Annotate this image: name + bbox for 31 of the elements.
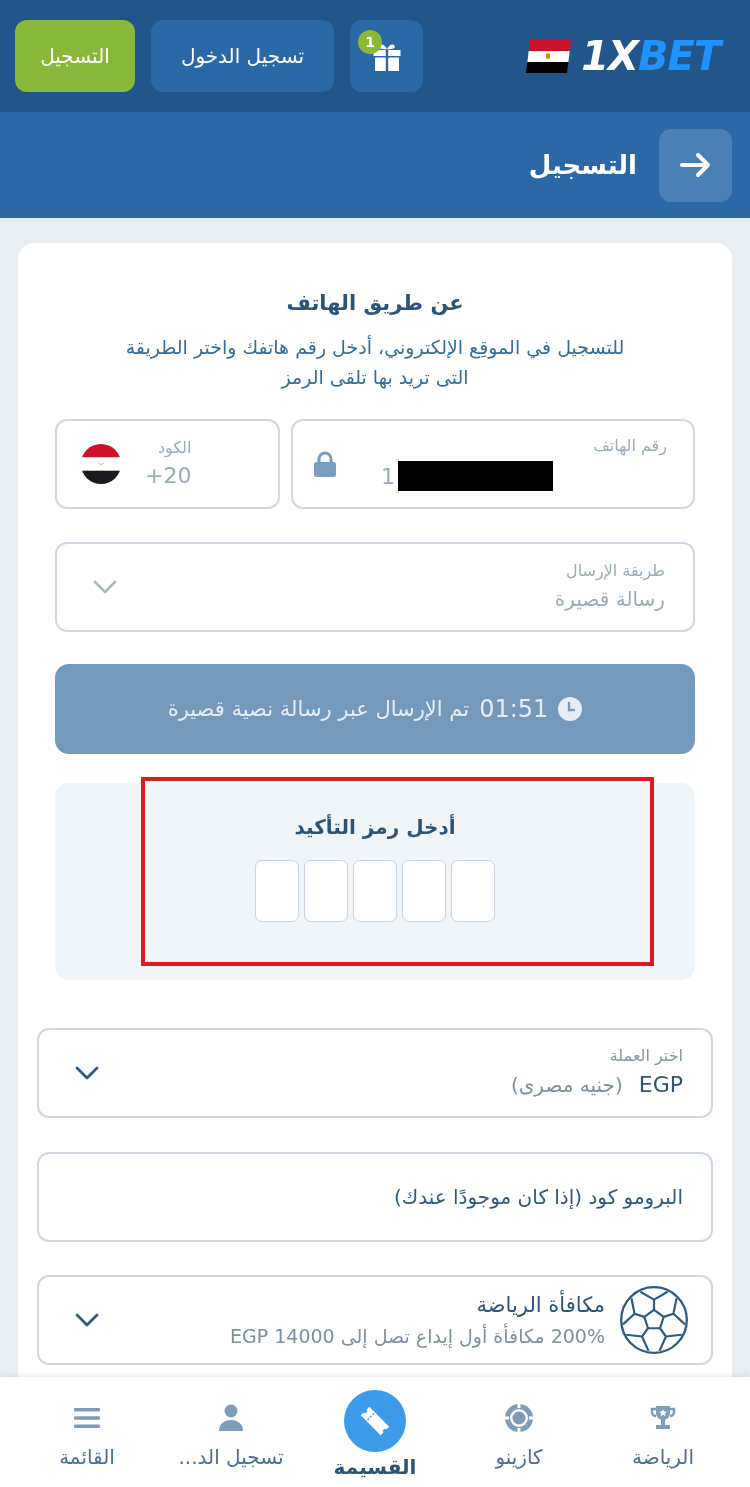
flag-icon	[526, 39, 572, 73]
back-button[interactable]	[659, 128, 732, 202]
bottom-nav-tab[interactable]: تسجيل الد...	[159, 1377, 303, 1487]
code-digit-field[interactable]	[402, 860, 446, 922]
chevron-down-icon	[75, 1313, 99, 1327]
soccer-ball-icon	[619, 1285, 689, 1355]
countdown-timer: 01:51	[479, 695, 549, 723]
code-digit-field[interactable]	[353, 860, 397, 922]
promo-code-field[interactable]: البرومو كود (إذا كان موجودًا عندك)	[37, 1152, 713, 1242]
page-title: التسجيل	[528, 150, 637, 180]
bonus-select[interactable]: مكافأة الرياضة 200% مكافأة أول إيداع تصل إلى EGP 14000	[37, 1275, 713, 1365]
chip-icon	[503, 1402, 535, 1434]
form-description: للتسجيل في الموقِع الإلكتروني، أدخل رقم هاتفك واختر الطريقة التى تريد بها تلقى الرمز	[124, 334, 626, 391]
notification-badge: 1	[358, 30, 382, 54]
bottom-nav-tab[interactable]: كازينو	[447, 1377, 591, 1487]
ticket-icon	[344, 1390, 406, 1452]
bottom-nav-tab[interactable]: القائمة	[15, 1377, 159, 1487]
form-heading: عن طريق الهاتف	[285, 290, 465, 317]
code-digit-field[interactable]	[255, 860, 299, 922]
confirmation-code-title: أدخل رمز التأكيد	[294, 813, 456, 841]
arrow-right-icon	[679, 152, 712, 178]
login-button[interactable]: تسجيل الدخول	[151, 20, 334, 92]
clock-icon	[558, 697, 583, 721]
bottom-nav-tab[interactable]: الرياضة	[591, 1377, 735, 1487]
sms-sent-message: تم الإرسال عبر رسالة نصية قصيرة	[167, 697, 470, 721]
chevron-down-icon	[93, 580, 117, 594]
code-digit-field[interactable]	[451, 860, 495, 922]
code-digit-field[interactable]	[304, 860, 348, 922]
flag-icon	[81, 444, 121, 484]
chevron-down-icon	[75, 1066, 99, 1080]
bottom-nav-tab[interactable]: القسيمة	[303, 1377, 447, 1487]
